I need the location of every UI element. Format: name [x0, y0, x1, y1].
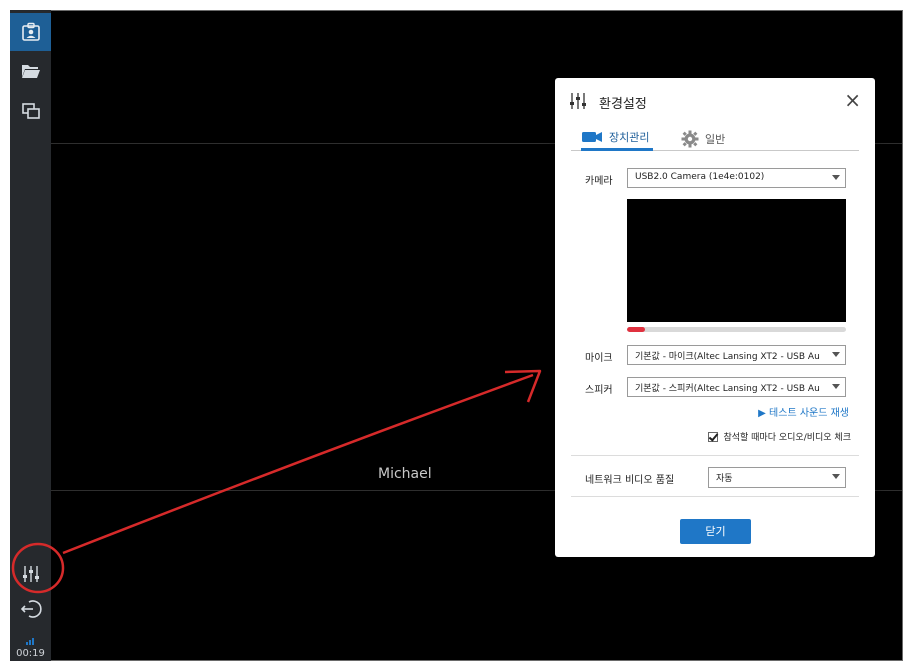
settings-sliders-icon [21, 564, 41, 584]
dialog-title: 환경설정 [599, 97, 647, 112]
section-divider [571, 496, 859, 497]
camera-preview [627, 199, 846, 322]
close-icon[interactable]: × [844, 90, 861, 110]
screen-share-icon [21, 102, 41, 120]
chevron-down-icon [832, 352, 840, 357]
speaker-label: 스피커 [585, 385, 613, 396]
close-dialog-button[interactable]: 닫기 [680, 519, 751, 544]
camera-label: 카메라 [585, 176, 613, 187]
sidebar [10, 10, 51, 661]
settings-sliders-icon [569, 92, 587, 114]
screen-share-button[interactable] [10, 92, 51, 130]
mic-label: 마이크 [585, 353, 613, 364]
speaker-select-value: 기본값 - 스피커(Altec Lansing XT2 - USB Au [635, 384, 820, 394]
contact-card-button[interactable] [10, 13, 51, 51]
settings-button[interactable] [10, 555, 51, 593]
test-sound-link[interactable]: ▶ 테스트 사운드 재생 [758, 404, 849, 419]
check-on-join-option[interactable]: 참석할 때마다 오디오/비디오 체크 [708, 430, 851, 443]
network-quality-label: 네트워크 비디오 품질 [585, 475, 675, 486]
camera-select[interactable]: USB2.0 Camera (1e4e:0102) [627, 168, 846, 188]
chevron-down-icon [832, 474, 840, 479]
elapsed-time: 00:19 [16, 648, 45, 659]
gear-icon [681, 130, 699, 148]
section-divider [571, 455, 859, 456]
exit-icon [20, 599, 42, 619]
settings-dialog: 환경설정 × 장치관리 일반 카메라 USB2.0 Camera (1e4e:0… [555, 78, 875, 557]
camera-select-value: USB2.0 Camera (1e4e:0102) [635, 172, 765, 182]
network-quality-value: 자동 [716, 474, 733, 484]
mic-select-value: 기본값 - 마이크(Altec Lansing XT2 - USB Au [635, 352, 820, 362]
video-camera-icon [581, 130, 603, 144]
contact-card-icon [21, 22, 41, 42]
network-quality-select[interactable]: 자동 [708, 467, 846, 488]
mic-level-meter [627, 327, 846, 332]
tab-devices[interactable]: 장치관리 [581, 126, 654, 151]
tab-general[interactable]: 일반 [681, 126, 725, 151]
participant-name: Michael [378, 466, 432, 482]
check-on-join-checkbox[interactable] [708, 431, 719, 442]
speaker-select[interactable]: 기본값 - 스피커(Altec Lansing XT2 - USB Au [627, 377, 846, 397]
mic-select[interactable]: 기본값 - 마이크(Altec Lansing XT2 - USB Au [627, 345, 846, 365]
chevron-down-icon [832, 175, 840, 180]
mic-level-fill [627, 327, 645, 332]
tab-devices-label: 장치관리 [609, 131, 650, 144]
signal-icon [26, 630, 36, 649]
exit-button[interactable] [10, 590, 51, 628]
chevron-down-icon [832, 384, 840, 389]
folder-icon [21, 62, 41, 80]
folder-button[interactable] [10, 52, 51, 90]
tab-general-label: 일반 [705, 132, 726, 146]
settings-tabs: 장치관리 일반 [571, 126, 859, 151]
check-on-join-label: 참석할 때마다 오디오/비디오 체크 [723, 433, 851, 443]
